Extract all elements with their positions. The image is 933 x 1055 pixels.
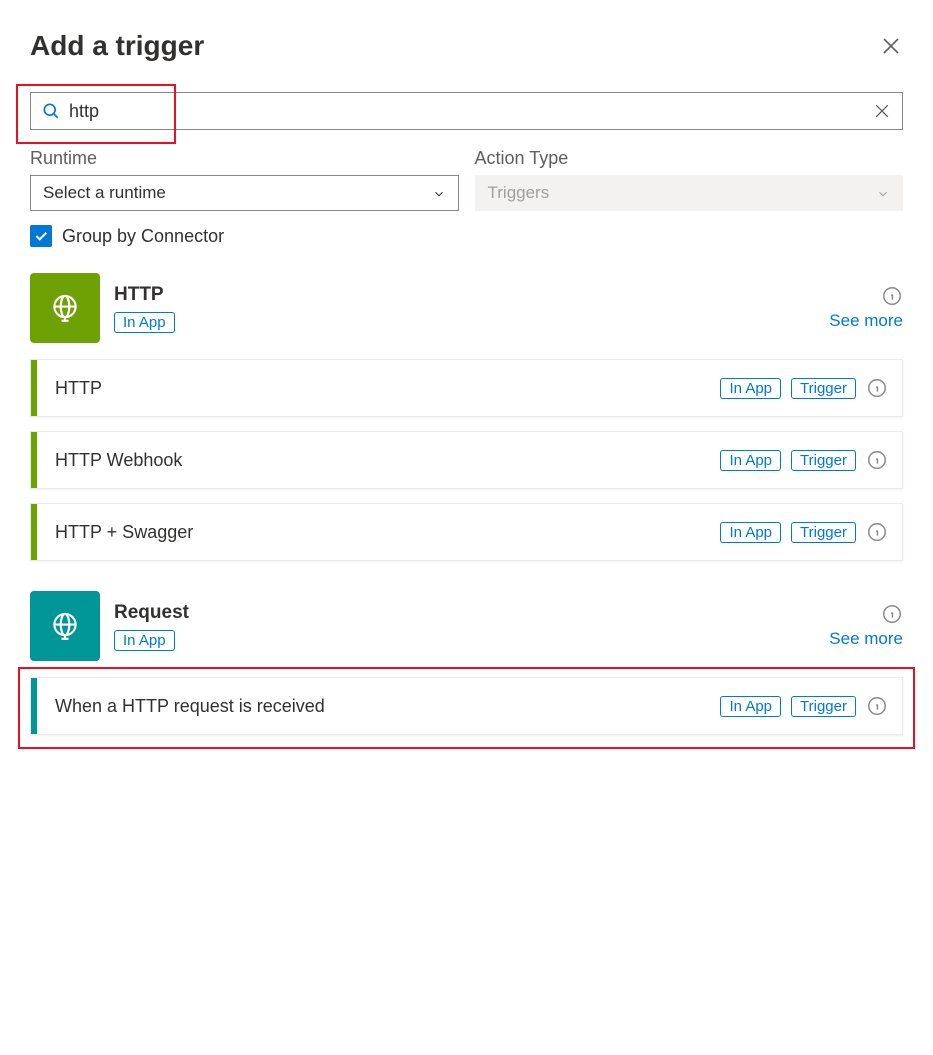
globe-icon xyxy=(30,591,100,661)
runtime-label: Runtime xyxy=(30,148,459,169)
trigger-item[interactable]: HTTPIn App Trigger xyxy=(30,359,903,417)
search-box xyxy=(30,92,903,130)
actiontype-select: Triggers xyxy=(475,175,904,211)
in-app-pill: In App xyxy=(114,630,175,651)
group-checkbox-label: Group by Connector xyxy=(62,226,224,247)
connector-header-http: HTTP In App See more xyxy=(30,271,903,345)
info-icon[interactable] xyxy=(866,695,888,717)
see-more-link[interactable]: See more xyxy=(829,311,903,331)
see-more-link[interactable]: See more xyxy=(829,629,903,649)
connector-name: Request xyxy=(114,602,815,624)
trigger-name: HTTP Webhook xyxy=(37,450,720,471)
info-icon[interactable] xyxy=(866,449,888,471)
clear-search-icon[interactable] xyxy=(872,101,892,121)
chevron-down-icon xyxy=(876,186,890,200)
trigger-name: HTTP + Swagger xyxy=(37,522,720,543)
info-icon[interactable] xyxy=(866,521,888,543)
trigger-name: When a HTTP request is received xyxy=(37,696,720,717)
trigger-pill: Trigger xyxy=(791,450,856,471)
actiontype-label: Action Type xyxy=(475,148,904,169)
page-title: Add a trigger xyxy=(30,30,204,62)
in-app-pill: In App xyxy=(114,312,175,333)
search-input[interactable] xyxy=(61,101,872,122)
in-app-pill: In App xyxy=(720,522,781,543)
in-app-pill: In App xyxy=(720,450,781,471)
actiontype-value: Triggers xyxy=(488,183,550,203)
trigger-item[interactable]: When a HTTP request is receivedIn App Tri… xyxy=(30,677,903,735)
connector-header-request: Request In App See more xyxy=(30,589,903,663)
close-icon[interactable] xyxy=(879,34,903,58)
trigger-pill: Trigger xyxy=(791,522,856,543)
trigger-item[interactable]: HTTP + SwaggerIn App Trigger xyxy=(30,503,903,561)
group-checkbox[interactable] xyxy=(30,225,52,247)
connector-name: HTTP xyxy=(114,284,815,306)
chevron-down-icon xyxy=(432,186,446,200)
runtime-placeholder: Select a runtime xyxy=(43,183,166,203)
globe-icon xyxy=(30,273,100,343)
info-icon[interactable] xyxy=(866,377,888,399)
search-icon xyxy=(41,101,61,121)
runtime-select[interactable]: Select a runtime xyxy=(30,175,459,211)
in-app-pill: In App xyxy=(720,378,781,399)
in-app-pill: In App xyxy=(720,696,781,717)
info-icon[interactable] xyxy=(881,285,903,307)
trigger-name: HTTP xyxy=(37,378,720,399)
trigger-pill: Trigger xyxy=(791,378,856,399)
trigger-item[interactable]: HTTP WebhookIn App Trigger xyxy=(30,431,903,489)
info-icon[interactable] xyxy=(881,603,903,625)
trigger-pill: Trigger xyxy=(791,696,856,717)
